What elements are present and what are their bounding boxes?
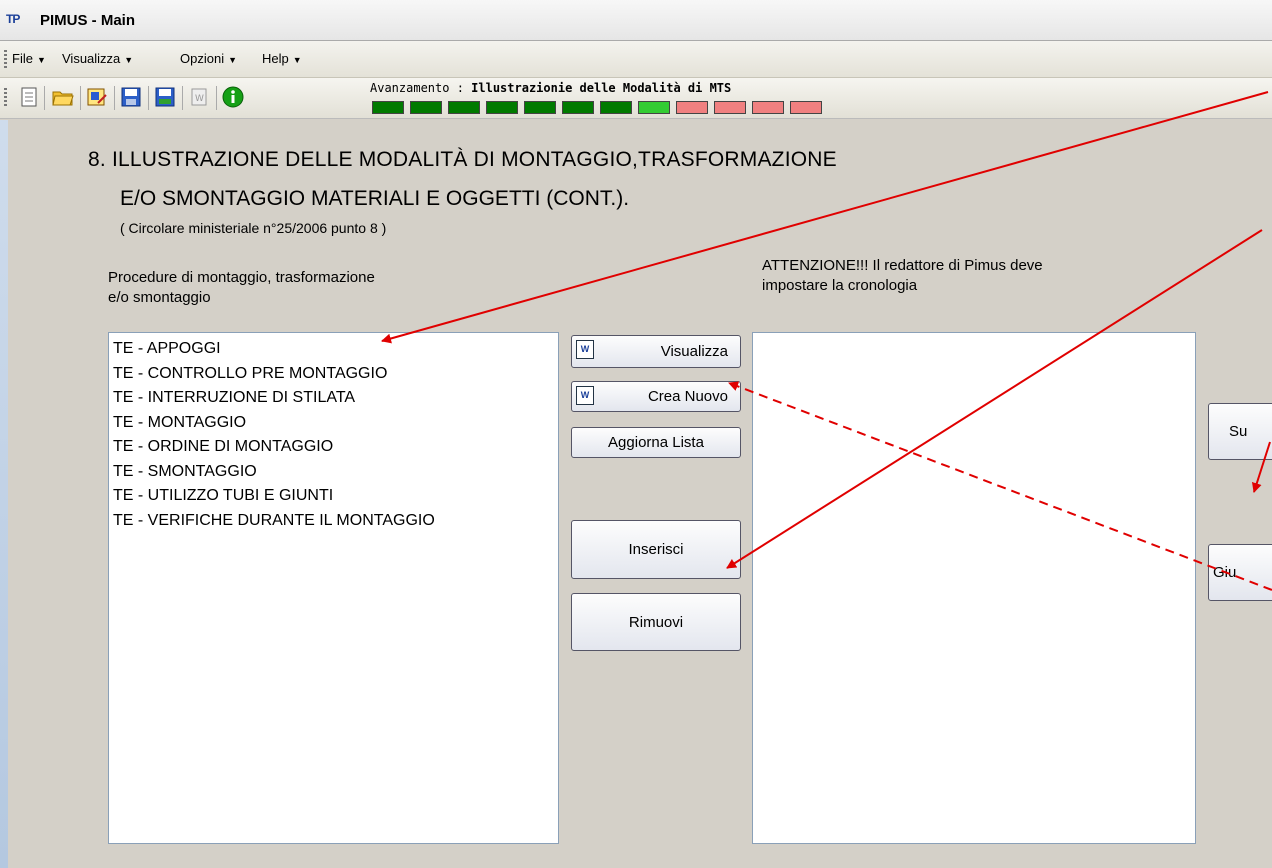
crea-nuovo-button[interactable]: W Crea Nuovo <box>571 381 741 412</box>
menu-file[interactable]: File ▼ <box>12 51 46 66</box>
progress-label: Avanzamento : Illustrazionie delle Modal… <box>370 81 731 95</box>
toolbar-separator <box>182 86 183 110</box>
page-subtitle: E/O SMONTAGGIO MATERIALI E OGGETTI (CONT… <box>120 187 630 210</box>
progress-step-name: Illustrazionie delle Modalità di MTS <box>471 81 732 95</box>
title-bar: TP PIMUS - Main <box>0 0 1272 41</box>
procedures-label-line2: e/o smontaggio <box>108 289 211 306</box>
list-item[interactable]: TE - SMONTAGGIO <box>109 460 558 485</box>
word-document-icon: W <box>576 386 594 405</box>
menu-opzioni-label: Opzioni <box>180 51 225 66</box>
progress-prefix: Avanzamento : <box>370 81 472 95</box>
aggiorna-lista-label: Aggiorna Lista <box>608 434 704 451</box>
word-document-icon[interactable]: W <box>188 86 210 108</box>
chevron-down-icon: ▼ <box>124 55 134 65</box>
toolbar-grip[interactable] <box>4 88 7 106</box>
visualizza-label: Visualizza <box>660 343 728 360</box>
new-document-icon[interactable] <box>18 86 40 108</box>
chevron-down-icon: ▼ <box>292 55 302 65</box>
list-item[interactable]: TE - APPOGGI <box>109 337 558 362</box>
chevron-down-icon: ▼ <box>36 55 46 65</box>
progress-step-current <box>638 101 670 114</box>
procedures-label-line1: Procedure di montaggio, trasformazione <box>108 269 375 286</box>
list-item[interactable]: TE - INTERRUZIONE DI STILATA <box>109 386 558 411</box>
list-item[interactable]: TE - UTILIZZO TUBI E GIUNTI <box>109 484 558 509</box>
list-item[interactable]: TE - CONTROLLO PRE MONTAGGIO <box>109 362 558 387</box>
toolbar-separator <box>114 86 115 110</box>
su-button[interactable]: Su <box>1208 403 1272 460</box>
page-reference: ( Circolare ministeriale n°25/2006 punto… <box>120 220 387 236</box>
rimuovi-label: Rimuovi <box>628 613 684 631</box>
window-frame-left <box>0 120 8 868</box>
progress-step-done <box>486 101 518 114</box>
toolbar-separator <box>44 86 45 110</box>
visualizza-button[interactable]: W Visualizza <box>571 335 741 368</box>
svg-text:W: W <box>195 94 204 104</box>
procedures-label: Procedure di montaggio, trasformazione e… <box>108 268 375 308</box>
menu-opzioni[interactable]: Opzioni ▼ <box>180 51 237 66</box>
aggiorna-lista-button[interactable]: Aggiorna Lista <box>571 427 741 458</box>
menu-help-label: Help <box>262 51 289 66</box>
menu-visualizza-label: Visualizza <box>62 51 121 66</box>
save-as-icon[interactable] <box>154 86 176 108</box>
progress-step-todo <box>752 101 784 114</box>
menu-grip[interactable] <box>4 50 7 68</box>
menu-help[interactable]: Help ▼ <box>262 51 302 66</box>
crea-nuovo-label: Crea Nuovo <box>647 388 728 405</box>
list-item[interactable]: TE - MONTAGGIO <box>109 411 558 436</box>
inserisci-button[interactable]: Inserisci <box>571 520 741 579</box>
edit-document-icon[interactable] <box>86 86 108 108</box>
warning-label-line1: ATTENZIONE!!! Il redattore di Pimus deve <box>762 257 1043 274</box>
page-title: 8. ILLUSTRAZIONE DELLE MODALITÀ DI MONTA… <box>88 148 837 171</box>
list-item[interactable]: TE - ORDINE DI MONTAGGIO <box>109 435 558 460</box>
progress-step-todo <box>714 101 746 114</box>
progress-step-todo <box>790 101 822 114</box>
su-label: Su <box>1229 423 1248 440</box>
chevron-down-icon: ▼ <box>228 55 237 65</box>
giu-label: Giu <box>1213 564 1237 581</box>
procedures-list[interactable]: TE - APPOGGI TE - CONTROLLO PRE MONTAGGI… <box>108 332 559 844</box>
progress-step-done <box>410 101 442 114</box>
toolbar-separator <box>216 86 217 110</box>
window-title: PIMUS - Main <box>40 12 136 29</box>
toolbar-separator <box>80 86 81 110</box>
progress-indicator: Avanzamento : Illustrazionie delle Modal… <box>370 81 876 117</box>
rimuovi-button[interactable]: Rimuovi <box>571 593 741 651</box>
save-icon[interactable] <box>120 86 142 108</box>
menu-bar: File ▼ Visualizza ▼ Opzioni ▼ Help ▼ <box>0 41 1272 78</box>
progress-step-done <box>372 101 404 114</box>
progress-step-done <box>562 101 594 114</box>
inserisci-label: Inserisci <box>628 541 684 558</box>
menu-file-label: File <box>12 51 33 66</box>
chronology-warning-label: ATTENZIONE!!! Il redattore di Pimus deve… <box>762 256 1043 296</box>
open-folder-icon[interactable] <box>52 86 74 108</box>
info-icon[interactable] <box>222 86 244 108</box>
giu-button[interactable]: Giu <box>1208 544 1272 601</box>
list-item[interactable]: TE - VERIFICHE DURANTE IL MONTAGGIO <box>109 509 558 534</box>
menu-visualizza[interactable]: Visualizza ▼ <box>62 51 133 66</box>
progress-step-done <box>600 101 632 114</box>
chronology-list[interactable] <box>752 332 1196 844</box>
word-document-icon: W <box>576 340 594 359</box>
warning-label-line2: impostare la cronologia <box>762 277 918 294</box>
progress-step-done <box>448 101 480 114</box>
toolbar-separator <box>148 86 149 110</box>
app-logo-icon: TP <box>6 12 20 26</box>
progress-step-todo <box>676 101 708 114</box>
annotation-arrow <box>381 91 1269 344</box>
progress-step-done <box>524 101 556 114</box>
